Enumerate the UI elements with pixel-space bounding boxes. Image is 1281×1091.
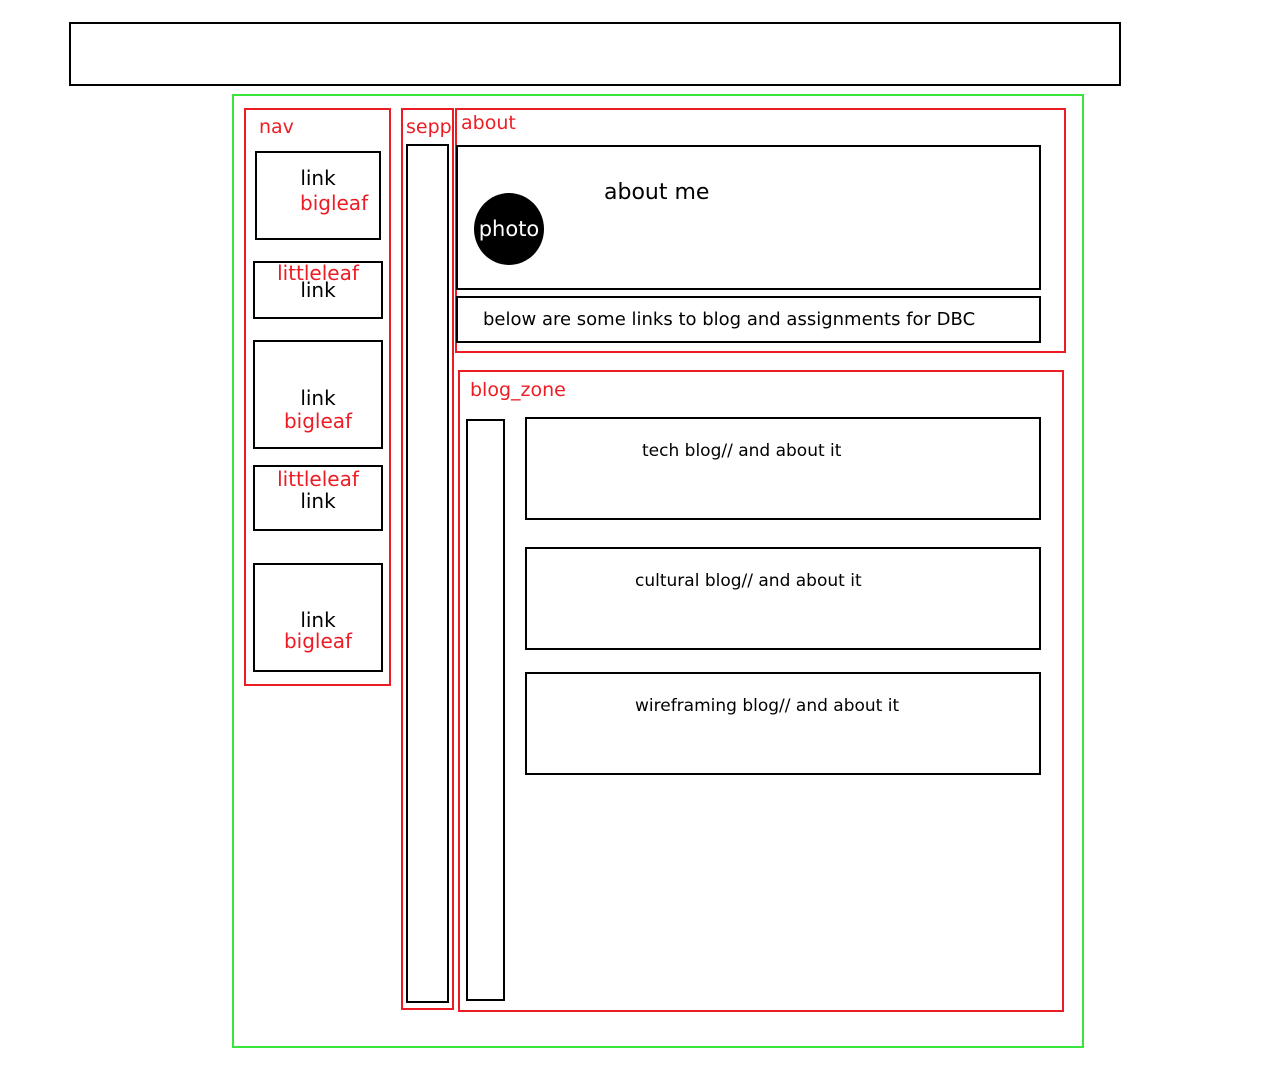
blog-zone-label: blog_zone xyxy=(470,379,566,401)
nav-item-3-link: link xyxy=(300,386,336,410)
nav-item-3[interactable]: link bigleaf xyxy=(253,340,383,449)
nav-item-5[interactable]: link bigleaf xyxy=(253,563,383,672)
blog-card-cultural[interactable]: cultural blog// and about it xyxy=(525,547,1041,650)
links-note-box: below are some links to blog and assignm… xyxy=(456,296,1041,343)
nav-item-1[interactable]: link bigleaf xyxy=(255,151,381,240)
blog-zone-sidebar xyxy=(466,419,505,1001)
nav-item-4[interactable]: littleleaf link xyxy=(253,465,383,531)
blog-card-cultural-title: cultural blog// and about it xyxy=(635,571,862,591)
nav-item-2-link: link xyxy=(300,278,336,302)
sepp-bar xyxy=(406,144,449,1003)
header-box xyxy=(69,22,1121,86)
nav-item-2[interactable]: littleleaf link xyxy=(253,261,383,319)
nav-item-4-leaf: littleleaf xyxy=(277,467,359,491)
nav-item-4-link: link xyxy=(300,489,336,513)
nav-item-1-link: link xyxy=(300,166,336,190)
blog-card-wireframing-title: wireframing blog// and about it xyxy=(635,696,900,716)
blog-card-tech[interactable]: tech blog// and about it xyxy=(525,417,1041,520)
about-label: about xyxy=(461,112,516,134)
nav-item-5-link: link xyxy=(300,608,336,632)
about-me-box xyxy=(456,145,1041,290)
photo-avatar: photo xyxy=(474,193,544,265)
blog-card-wireframing[interactable]: wireframing blog// and about it xyxy=(525,672,1041,775)
sepp-label: sepp xyxy=(406,116,452,138)
nav-item-3-leaf: bigleaf xyxy=(283,409,353,433)
nav-label: nav xyxy=(259,116,294,138)
links-note-text: below are some links to blog and assignm… xyxy=(483,309,976,330)
nav-item-5-leaf: bigleaf xyxy=(283,629,353,653)
about-me-text: about me xyxy=(604,180,710,205)
blog-card-tech-title: tech blog// and about it xyxy=(642,441,842,461)
nav-item-1-leaf: bigleaf xyxy=(300,191,369,215)
